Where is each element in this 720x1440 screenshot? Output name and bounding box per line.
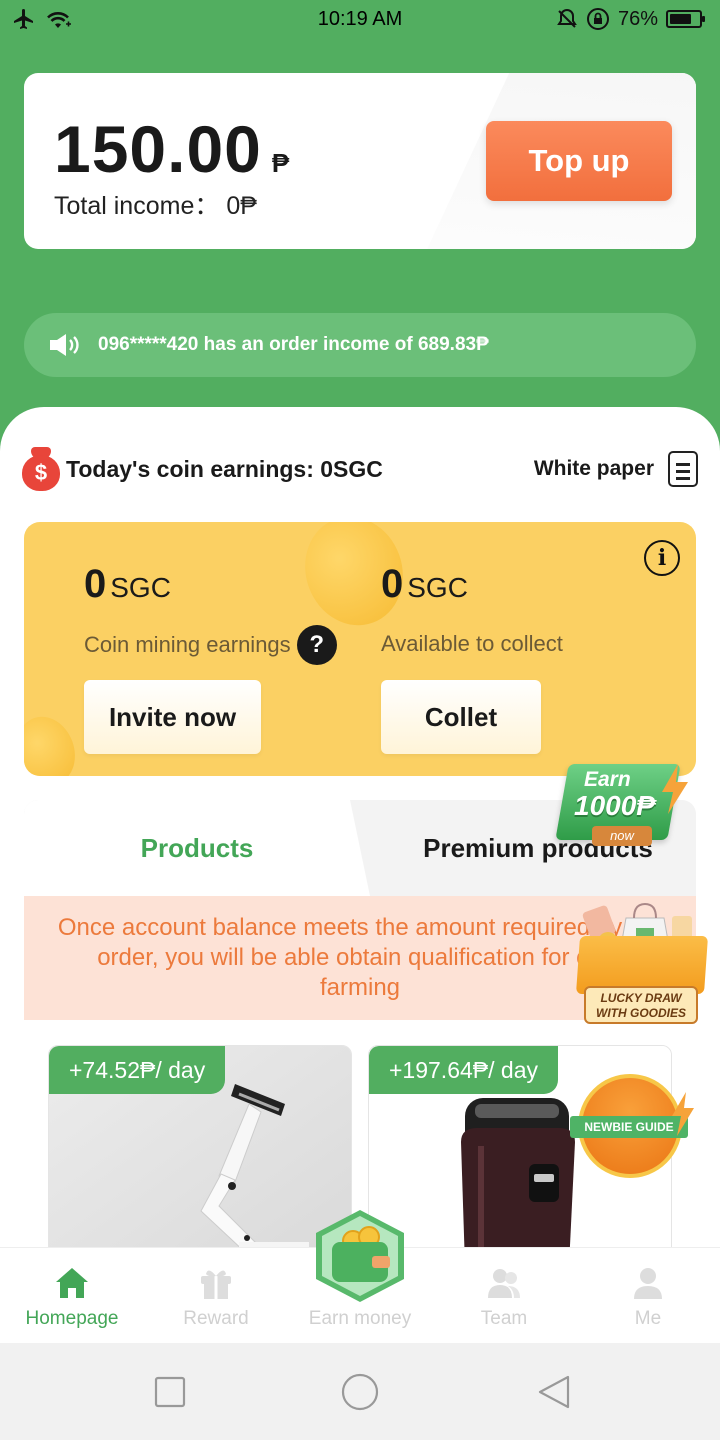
tab-earn-money-label: Earn money <box>308 1308 412 1329</box>
currency-symbol: ₱ <box>271 148 290 178</box>
lightning-icon <box>672 1092 694 1136</box>
gift-icon <box>201 1270 231 1299</box>
lucky-draw-line1: LUCKY DRAW <box>600 991 682 1005</box>
home-button-icon[interactable] <box>341 1373 379 1411</box>
mining-earnings-value: 0 <box>84 562 107 606</box>
app-root: 76% 10:19 AM 150.00 ₱ Total income： 0₱ T… <box>0 0 720 1440</box>
white-paper-link[interactable]: White paper <box>534 451 698 487</box>
total-income-value: 0₱ <box>226 192 257 220</box>
tab-homepage[interactable]: Homepage <box>0 1248 144 1344</box>
user-icon <box>634 1268 662 1299</box>
lucky-draw-label: LUCKY DRAW WITH GOODIES <box>584 986 698 1024</box>
wallet-clasp <box>372 1256 390 1268</box>
available-collect-value: 0 <box>381 562 404 606</box>
product-card[interactable]: +74.52₱/ day <box>48 1045 352 1265</box>
income-notice-bar[interactable]: 096*****420 has an order income of 689.8… <box>24 313 696 377</box>
total-income: Total income： 0₱ <box>54 186 257 222</box>
system-navigation-bar <box>0 1343 720 1440</box>
earn-badge-title: Earn <box>584 768 631 791</box>
coin-mining-card: i 0 SGC Coin mining earnings ? 0 SGC Ava… <box>24 522 696 776</box>
info-icon[interactable]: i <box>644 540 680 576</box>
balance-card: 150.00 ₱ Total income： 0₱ Top up <box>24 73 696 249</box>
mining-earnings-column: 0 SGC Coin mining earnings ? <box>84 562 337 665</box>
lucky-draw-badge[interactable]: LUCKY DRAW WITH GOODIES <box>566 896 716 1026</box>
tab-team[interactable]: Team <box>432 1248 576 1344</box>
tab-products[interactable]: Products <box>24 800 370 896</box>
earn-badge-now: now <box>592 826 652 846</box>
tab-reward[interactable]: Reward <box>144 1248 288 1344</box>
home-icon <box>56 1268 88 1298</box>
coin-decoration <box>24 708 85 776</box>
lightning-icon <box>662 764 688 814</box>
total-income-label: Total income： <box>54 192 220 220</box>
white-paper-label: White paper <box>533 457 654 480</box>
available-collect-label: Available to collect <box>381 631 563 656</box>
tab-homepage-label: Homepage <box>25 1308 119 1329</box>
balance-value: 150.00 <box>54 112 262 186</box>
earn-badge-amount: 1000₱ <box>574 790 655 821</box>
available-collect-unit: SGC <box>407 572 468 603</box>
collet-button[interactable]: Collet <box>381 680 541 754</box>
tab-me-label: Me <box>634 1308 662 1329</box>
newbie-guide-badge[interactable]: NEWBIE GUIDE <box>566 1072 696 1182</box>
tab-reward-label: Reward <box>183 1308 249 1329</box>
coin-earnings-title: Today's coin earnings: 0SGC <box>66 455 383 482</box>
daily-rate-badge: +74.52₱/ day <box>49 1046 226 1094</box>
daily-rate-badge: +197.64₱/ day <box>369 1046 558 1094</box>
available-collect-column: 0 SGC Available to collect <box>381 562 563 657</box>
balance-amount: 150.00 ₱ <box>54 111 289 187</box>
coin-earnings-row: $ Today's coin earnings: 0SGC White pape… <box>22 446 698 492</box>
question-icon[interactable]: ? <box>296 625 337 665</box>
status-time: 10:19 AM <box>317 8 403 30</box>
back-icon[interactable] <box>536 1374 572 1410</box>
mining-earnings-label: Coin mining earnings <box>84 632 291 657</box>
document-icon <box>668 451 698 487</box>
notice-text: 096*****420 has an order income of 689.8… <box>98 334 489 355</box>
earn-money-fab[interactable] <box>316 1210 404 1302</box>
recent-apps-icon[interactable] <box>154 1376 186 1408</box>
tab-me[interactable]: Me <box>576 1248 720 1344</box>
lucky-draw-line2: WITH GOODIES <box>596 1006 686 1020</box>
invite-now-button[interactable]: Invite now <box>84 680 261 754</box>
earn-1000-badge[interactable]: Earn 1000₱ now <box>555 764 692 852</box>
mining-earnings-unit: SGC <box>110 572 171 603</box>
speaker-icon <box>50 334 79 356</box>
top-up-button[interactable]: Top up <box>486 121 672 201</box>
team-icon <box>488 1269 520 1298</box>
money-bag-icon: $ <box>22 447 60 491</box>
tab-team-label: Team <box>480 1308 528 1329</box>
